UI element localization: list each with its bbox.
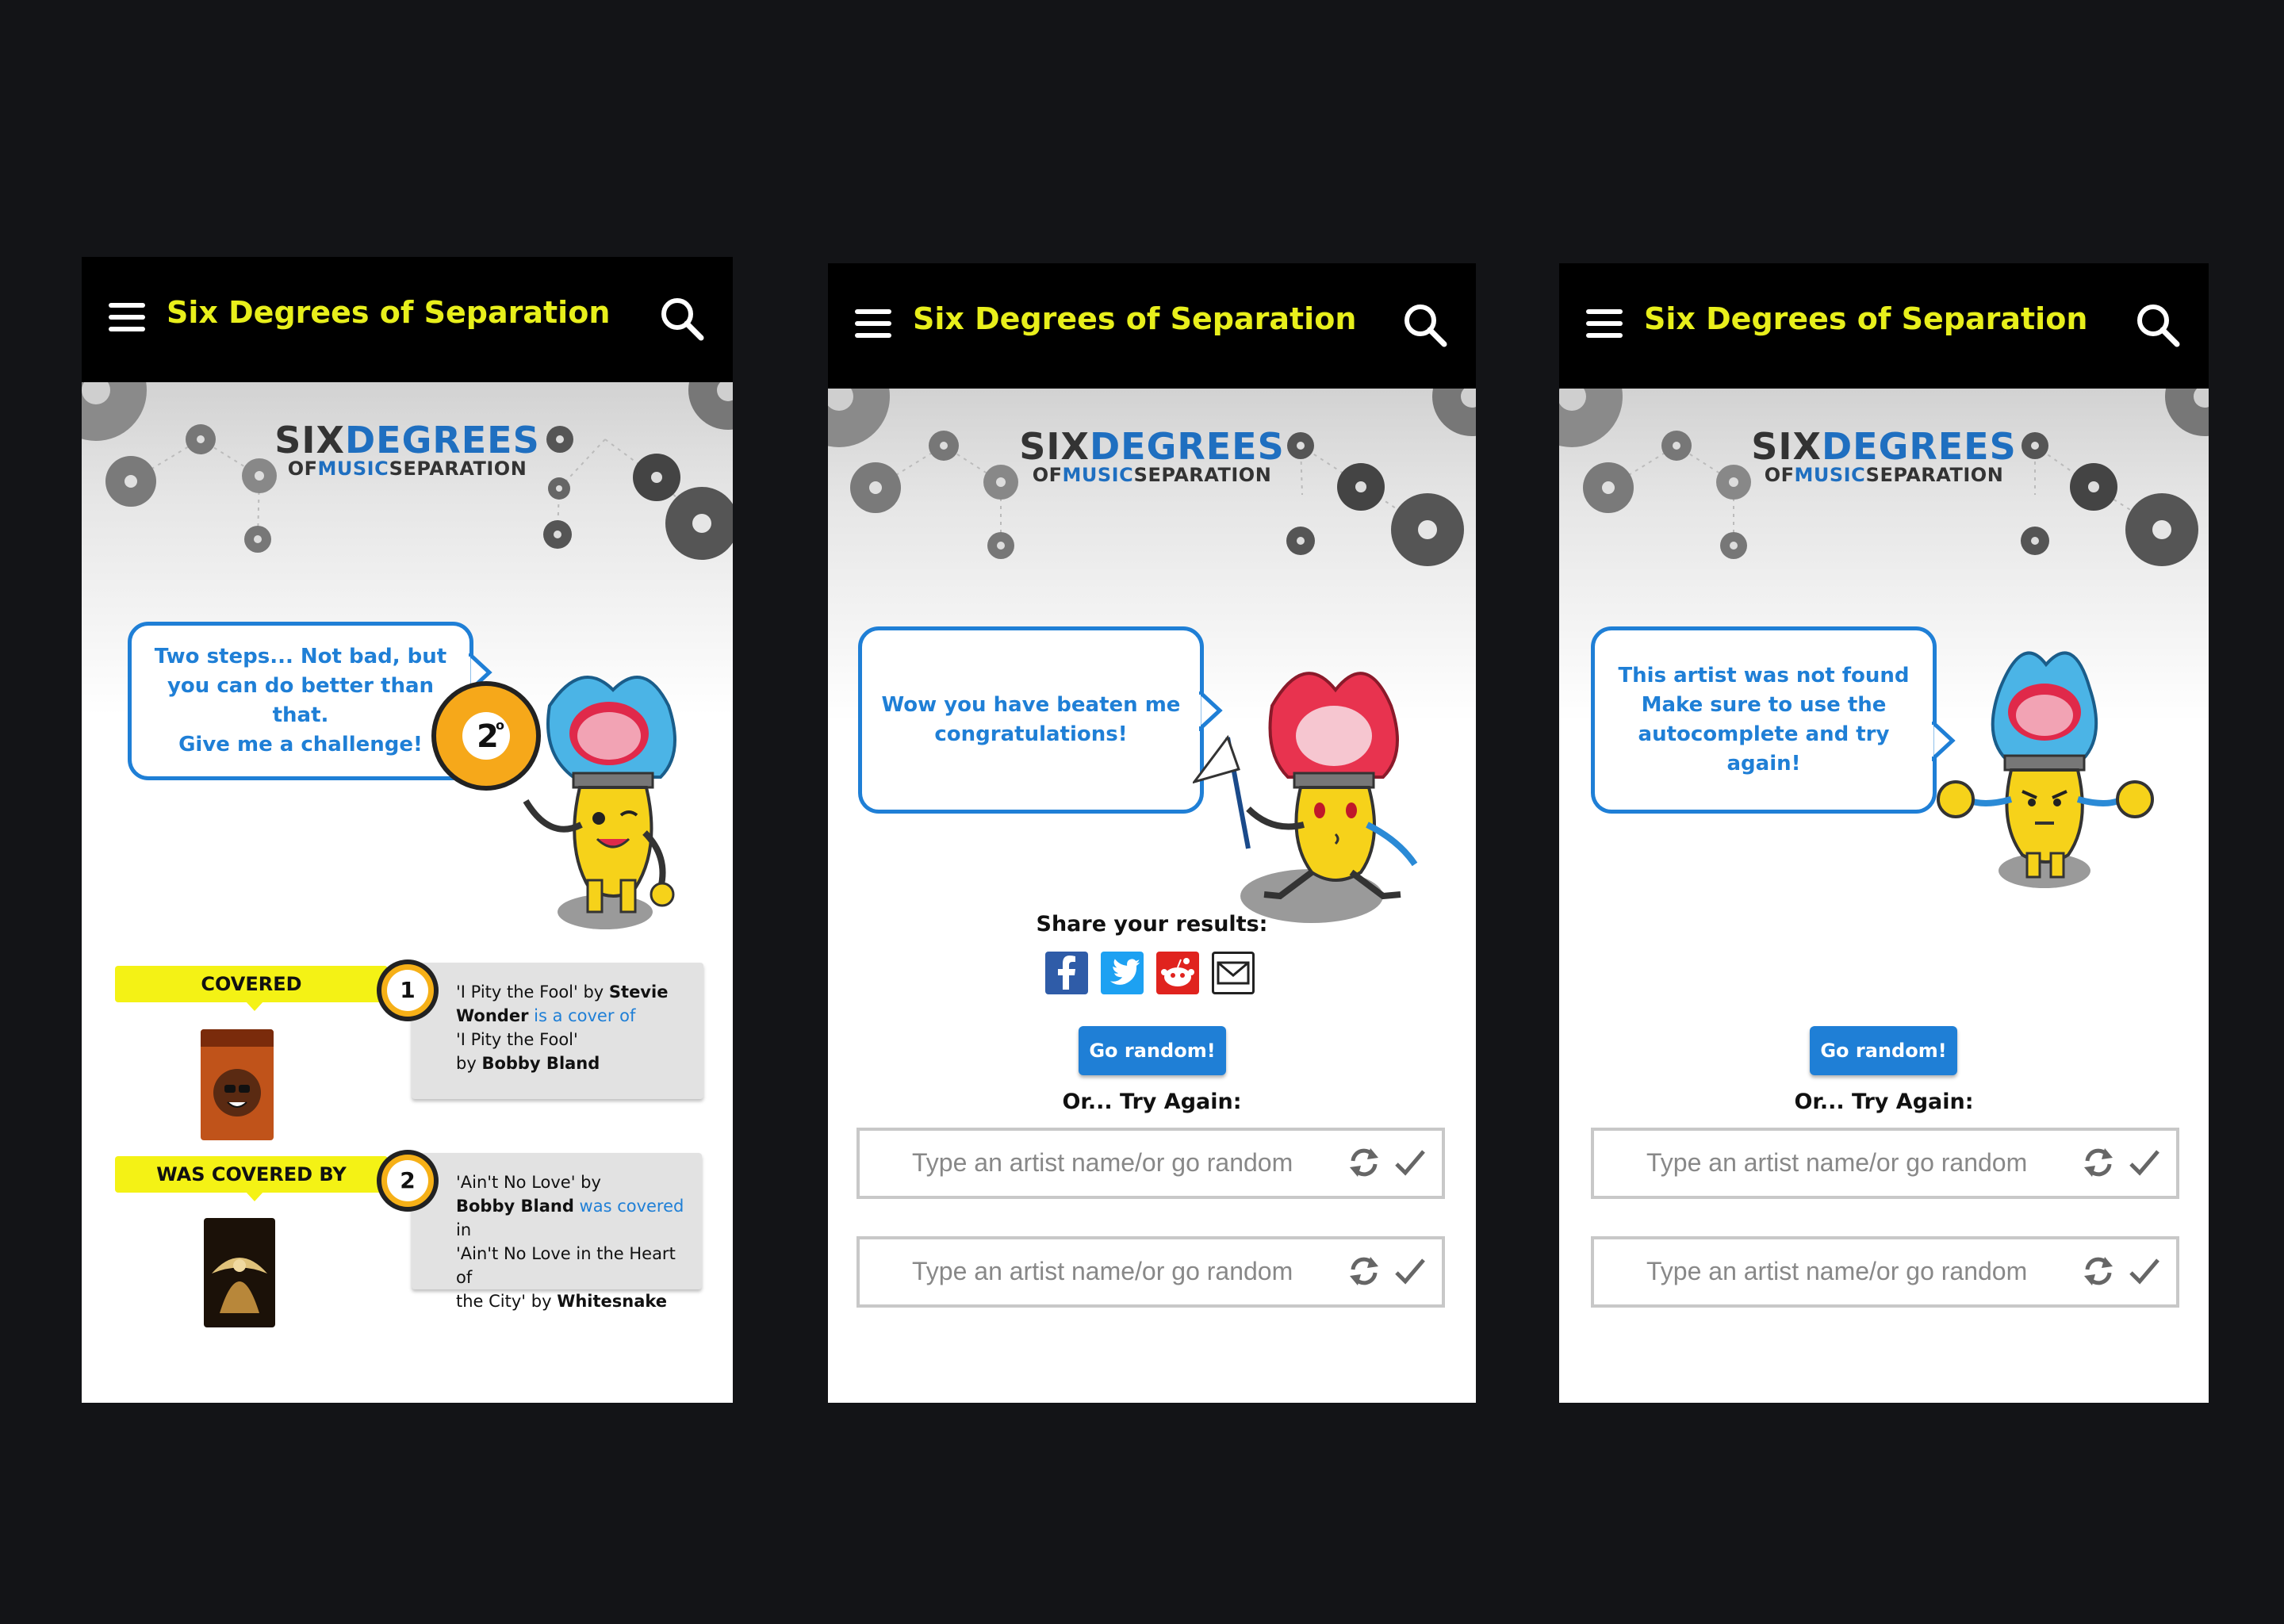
artist-input-1[interactable]: Type an artist name/or go random — [1591, 1128, 2179, 1199]
search-icon[interactable] — [658, 295, 706, 343]
try-again-label: Or... Try Again: — [1794, 1090, 1974, 1114]
step-tag-was-covered-by: WAS COVERED BY — [115, 1156, 388, 1193]
app-title: Six Degrees of Separation — [167, 295, 611, 330]
share-buttons — [1045, 952, 1255, 994]
mascot-angry-icon — [1937, 651, 2154, 888]
check-icon[interactable] — [1393, 1145, 1428, 1180]
share-label: Share your results: — [1036, 912, 1268, 936]
reddit-icon[interactable] — [1156, 952, 1199, 994]
check-icon[interactable] — [1393, 1254, 1428, 1289]
check-icon[interactable] — [2127, 1254, 2162, 1289]
tag-arrow — [245, 1191, 264, 1201]
speech-bubble: Wow you have beaten me congratulations! — [858, 626, 1204, 814]
artist-input-placeholder: Type an artist name/or go random — [912, 1257, 1293, 1285]
check-icon[interactable] — [2127, 1145, 2162, 1180]
was-covered-link[interactable]: was covered — [574, 1197, 684, 1216]
app-title: Six Degrees of Separation — [1644, 301, 2088, 336]
twitter-icon[interactable] — [1101, 952, 1144, 994]
tag-arrow — [245, 1001, 264, 1011]
screen-artist-not-found: Six Degrees of Separation SIXDEGREES OFM… — [1559, 263, 2209, 1403]
hamburger-menu-icon[interactable] — [109, 303, 145, 331]
album-cover-stevie-wonder — [201, 1029, 274, 1140]
facebook-icon[interactable] — [1045, 952, 1088, 994]
refresh-icon[interactable] — [2081, 1254, 2116, 1289]
top-app-bar: Six Degrees of Separation — [828, 263, 1476, 389]
svg-text:o: o — [496, 718, 504, 733]
six-degrees-logo: SIXDEGREES OFMUSICSEPARATION — [1019, 425, 1285, 486]
refresh-icon[interactable] — [2081, 1145, 2116, 1180]
go-random-button[interactable]: Go random! — [1810, 1026, 1957, 1075]
mascot-waving-icon: 2 o — [431, 676, 676, 929]
cover-link[interactable]: is a cover of — [528, 1006, 635, 1025]
mascot-white-flag-icon — [1193, 672, 1418, 923]
step-badge-2: 2 — [377, 1150, 439, 1212]
try-again-label: Or... Try Again: — [1062, 1090, 1242, 1114]
search-icon[interactable] — [2134, 301, 2182, 349]
screen-result-two-steps: Six Degrees of Separation SIXDEGREES OFM… — [82, 257, 733, 1403]
hamburger-menu-icon[interactable] — [855, 309, 891, 338]
artist-input-placeholder: Type an artist name/or go random — [1646, 1257, 2028, 1285]
hamburger-menu-icon[interactable] — [1586, 309, 1623, 338]
artist-input-2[interactable]: Type an artist name/or go random — [1591, 1236, 2179, 1308]
speech-bubble: This artist was not found Make sure to u… — [1591, 626, 1937, 814]
speech-bubble: Two steps... Not bad, but you can do bet… — [128, 622, 473, 780]
step-card-2: 'Ain't No Love' by Bobby Bland was cover… — [412, 1153, 702, 1311]
go-random-button[interactable]: Go random! — [1079, 1026, 1226, 1075]
six-degrees-logo: SIXDEGREES OFMUSICSEPARATION — [274, 419, 540, 480]
step-card-1: 'I Pity the Fool' by Stevie Wonder is a … — [412, 963, 703, 1099]
refresh-icon[interactable] — [1347, 1145, 1382, 1180]
artist-input-1[interactable]: Type an artist name/or go random — [856, 1128, 1445, 1199]
refresh-icon[interactable] — [1347, 1254, 1382, 1289]
album-cover-whitesnake — [204, 1218, 275, 1327]
six-degrees-logo: SIXDEGREES OFMUSICSEPARATION — [1751, 425, 2017, 486]
step-badge-1: 1 — [377, 959, 439, 1021]
email-icon[interactable] — [1212, 952, 1255, 994]
top-app-bar: Six Degrees of Separation — [82, 257, 733, 382]
top-app-bar: Six Degrees of Separation — [1559, 263, 2209, 389]
app-title: Six Degrees of Separation — [913, 301, 1357, 336]
step-tag-covered: COVERED — [115, 966, 388, 1002]
artist-input-placeholder: Type an artist name/or go random — [1646, 1148, 2028, 1177]
search-icon[interactable] — [1401, 301, 1449, 349]
screen-user-won: Six Degrees of Separation SIXDEGREES OFM… — [828, 263, 1476, 1403]
artist-input-2[interactable]: Type an artist name/or go random — [856, 1236, 1445, 1308]
artist-input-placeholder: Type an artist name/or go random — [912, 1148, 1293, 1177]
